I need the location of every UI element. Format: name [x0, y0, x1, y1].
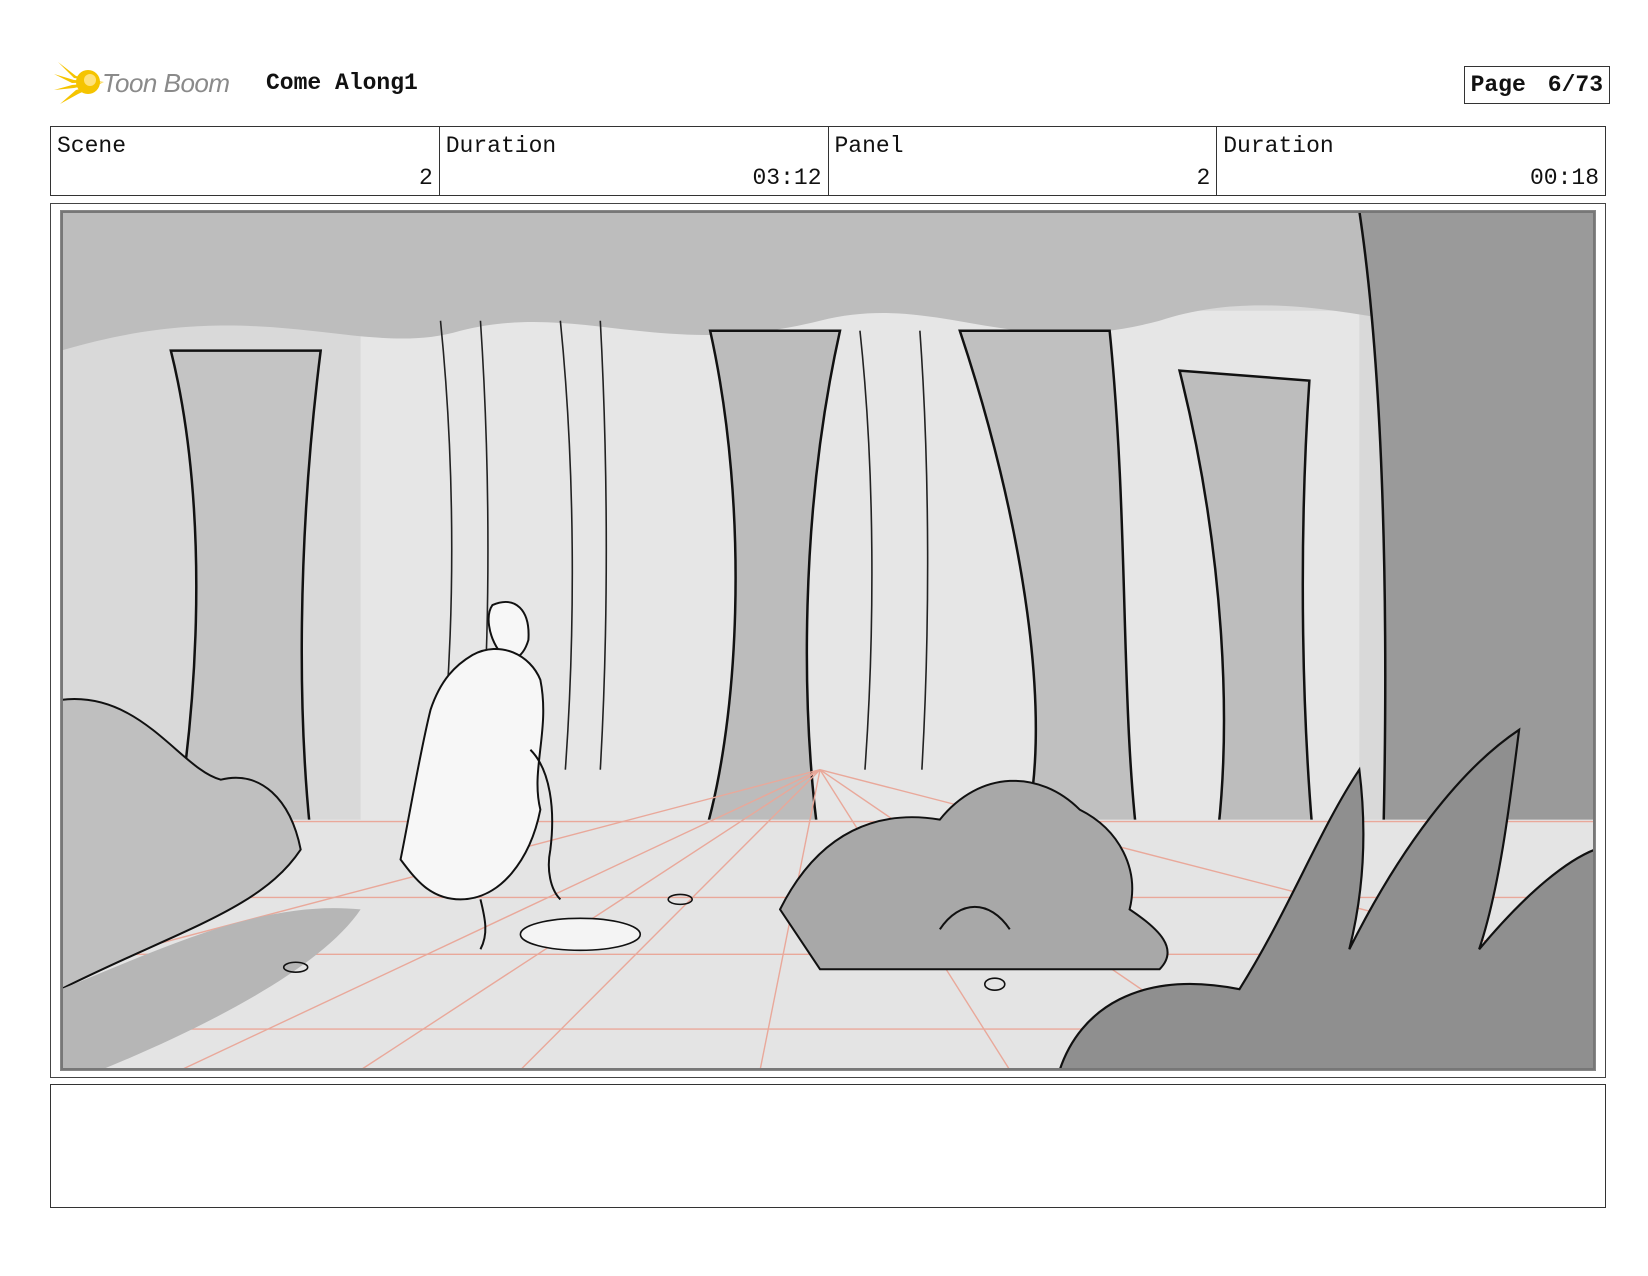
panel-duration-label: Duration: [1223, 133, 1334, 159]
logo-text: Toon Boom: [102, 67, 230, 98]
scene-label: Scene: [57, 133, 127, 159]
panel-value: 2: [1196, 165, 1211, 191]
scene-duration-label: Duration: [445, 133, 557, 159]
panel-duration-value: 00:18: [1529, 165, 1599, 191]
panel-duration-cell: Duration 00:18: [1217, 127, 1605, 195]
scene-duration-cell: Duration 03:12: [440, 127, 829, 195]
scene-info-table: Scene 2 Duration 03:12 Panel 2 Duration …: [50, 126, 1606, 196]
scene-value: 2: [418, 165, 433, 191]
scene-cell: Scene 2: [51, 127, 440, 195]
panel-notes-box: [50, 1084, 1606, 1208]
page-number: 6/73: [1547, 72, 1603, 98]
panel-label: Panel: [834, 133, 904, 159]
scene-duration-value: 03:12: [752, 165, 822, 191]
panel-artwork: [60, 210, 1596, 1071]
storyboard-header: Toon Boom Come Along1 Page 6/73: [50, 58, 1610, 108]
page-indicator: Page 6/73: [1463, 66, 1610, 104]
toon-boom-star-icon: [54, 62, 104, 104]
forest-sketch-image: [61, 211, 1595, 1070]
page-label: Page: [1470, 72, 1526, 98]
storyboard-panel: [50, 203, 1606, 1078]
toon-boom-logo: Toon Boom: [54, 58, 254, 108]
project-title: Come Along1: [266, 70, 418, 96]
panel-cell: Panel 2: [829, 127, 1218, 195]
